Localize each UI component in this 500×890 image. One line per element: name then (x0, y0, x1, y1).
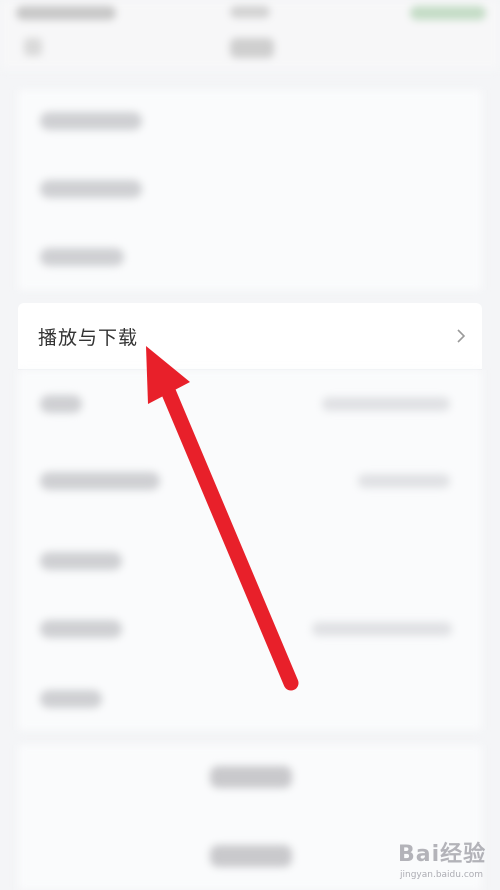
watermark-brand: Bai经验 (398, 842, 487, 867)
watermark-url: jingyan.baidu.com (400, 870, 484, 880)
annotation-arrow (146, 346, 299, 691)
watermark: Bai经验 jingyan.baidu.com (392, 836, 496, 890)
